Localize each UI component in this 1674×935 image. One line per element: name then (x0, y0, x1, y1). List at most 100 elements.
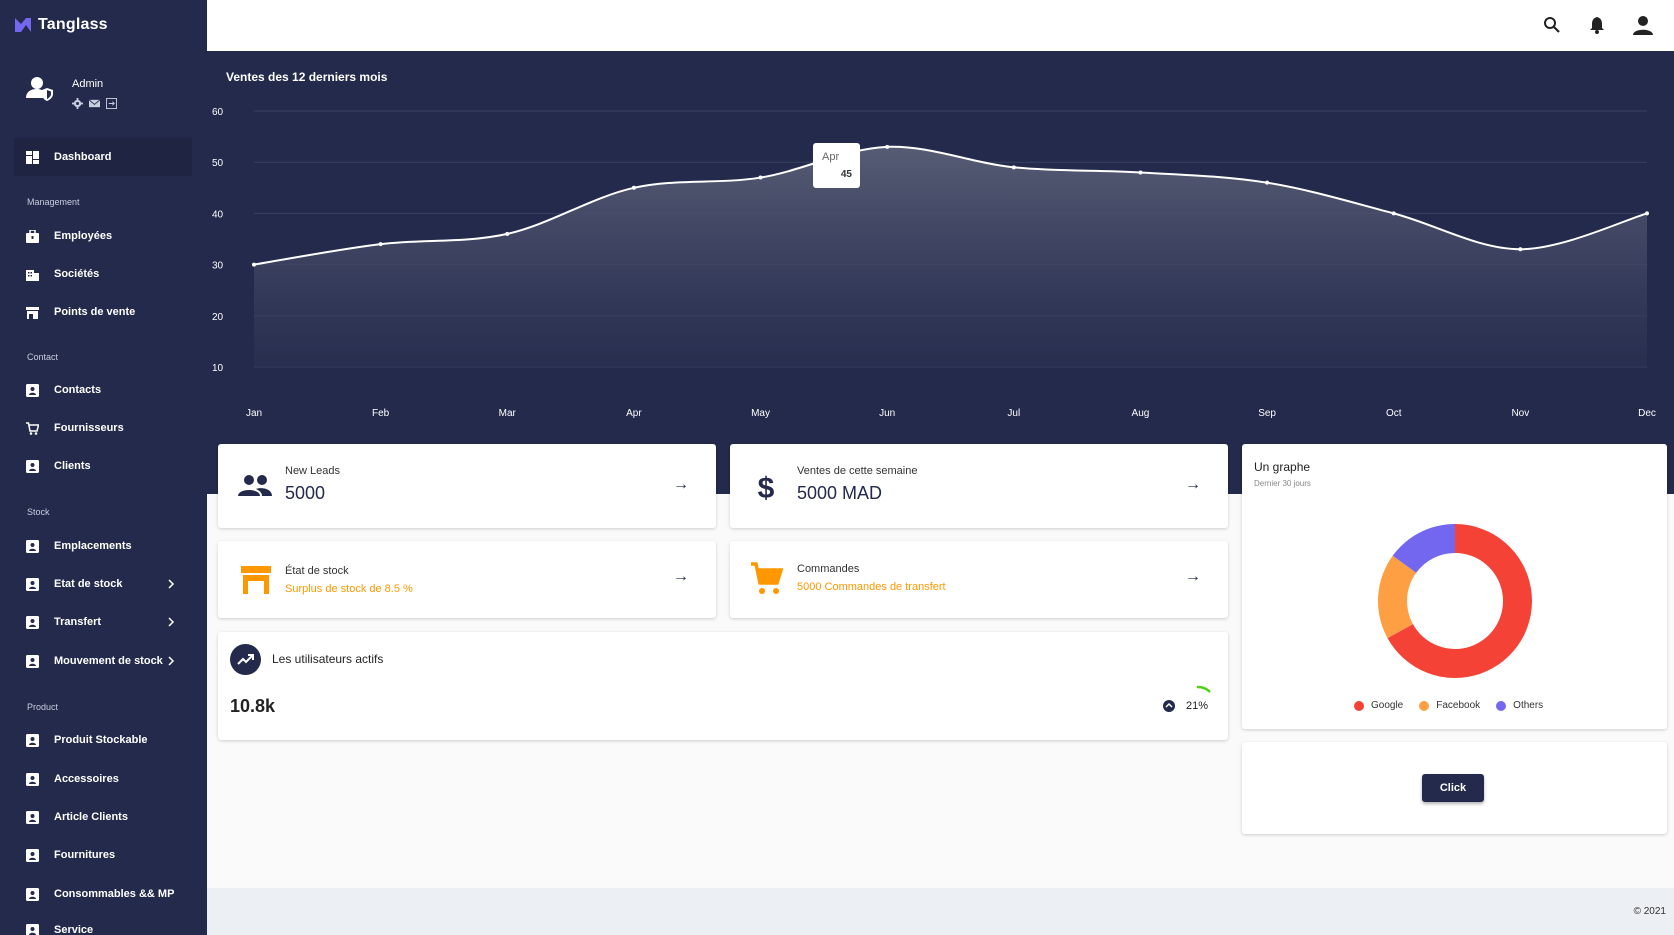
user-block: Admin (26, 76, 117, 109)
kpi-card-orders[interactable]: Commandes 5000 Commandes de transfert → (730, 541, 1228, 618)
sidebar-item-label: Sociétés (54, 268, 100, 280)
contact-icon (26, 459, 39, 473)
data-point[interactable] (885, 144, 890, 149)
sidebar-item-label: Clients (54, 460, 91, 472)
data-point[interactable] (1518, 247, 1523, 252)
data-point[interactable] (1265, 180, 1270, 185)
logout-icon[interactable] (106, 98, 117, 109)
sidebar-item-transfert[interactable]: Transfert (26, 612, 176, 632)
arrow-right-icon[interactable]: → (1185, 476, 1201, 494)
sales-chart-panel: Ventes des 12 derniers mois 10 20 30 40 50 60… (207, 51, 1674, 494)
x-tick-label: Sep (1258, 408, 1276, 419)
legend-item-others[interactable]: Others (1496, 700, 1543, 711)
store-icon (241, 566, 271, 594)
click-button[interactable]: Click (1422, 774, 1484, 802)
sidebar-item-article-clients[interactable]: Article Clients (26, 807, 176, 827)
kpi-label: Ventes de cette semaine (797, 465, 918, 477)
gear-icon[interactable] (72, 98, 83, 109)
sidebar-item-service[interactable]: Service (26, 920, 176, 935)
sidebar-item-fournitures[interactable]: Fournitures (26, 845, 176, 865)
data-point[interactable] (505, 231, 510, 236)
x-tick-label: Feb (372, 408, 390, 419)
data-point[interactable] (1011, 165, 1016, 170)
sidebar-item-societes[interactable]: Sociétés (26, 264, 176, 284)
chart-tooltip: Apr 45 (813, 143, 860, 188)
footer: © 2021 (207, 888, 1674, 935)
sidebar-item-label: Contacts (54, 384, 102, 396)
legend-swatch (1419, 700, 1430, 711)
legend-swatch (1354, 700, 1364, 711)
search-icon[interactable] (1543, 16, 1561, 34)
kpi-card-stock[interactable]: État de stock Surplus de stock de 8.5 % … (218, 541, 716, 618)
kpi-card-leads[interactable]: New Leads 5000 → (218, 444, 716, 528)
sales-area (254, 146, 1647, 367)
data-point[interactable] (252, 262, 256, 267)
sidebar-item-fournisseurs[interactable]: Fournisseurs (26, 418, 176, 438)
x-tick-label: Apr (626, 408, 642, 419)
topbar (207, 0, 1674, 51)
kpi-value: 5000 MAD (797, 483, 883, 503)
arrow-right-icon[interactable]: → (673, 476, 689, 494)
arrow-right-icon[interactable]: → (673, 568, 689, 586)
arrow-right-icon[interactable]: → (1185, 568, 1201, 586)
sales-area-chart: 10 20 30 40 50 60 Jan Feb Mar Apr May Jun Jul Aug Sep O… (212, 107, 1656, 419)
x-tick-label: Jan (246, 408, 262, 419)
legend-item-google[interactable]: Google (1354, 700, 1403, 711)
sidebar-item-accessoires[interactable]: Accessoires (26, 769, 176, 789)
data-point[interactable] (1645, 211, 1649, 216)
x-tick-label: Nov (1511, 408, 1529, 419)
sidebar-item-consommables[interactable]: Consommables && MP (26, 884, 176, 904)
sidebar-item-emplacements[interactable]: Emplacements (26, 536, 176, 556)
legend-label: Google (1371, 700, 1404, 711)
sidebar-item-mouvement-de-stock[interactable]: Mouvement de stock (26, 651, 176, 671)
sidebar-item-etat-de-stock[interactable]: Etat de stock (26, 574, 176, 594)
trending-up-icon (230, 644, 261, 675)
people-icon (238, 475, 272, 496)
sidebar-item-label: Emplacements (54, 540, 132, 552)
account-icon[interactable] (1633, 15, 1653, 35)
x-tick-label: Dec (1638, 408, 1656, 419)
building-icon (26, 269, 39, 281)
logo-icon (15, 18, 31, 32)
svg-text:$: $ (758, 472, 775, 503)
sidebar-item-contacts[interactable]: Contacts (26, 380, 176, 400)
cart-icon (751, 562, 784, 594)
mail-icon[interactable] (89, 98, 100, 109)
data-point[interactable] (1138, 170, 1143, 175)
y-tick-label: 10 (212, 363, 224, 374)
data-point[interactable] (1391, 211, 1396, 216)
data-point[interactable] (378, 242, 383, 247)
active-users-card: Les utilisateurs actifs 10.8k 21% (218, 632, 1228, 740)
sidebar-item-produit-stockable[interactable]: Produit Stockable (26, 730, 176, 750)
kpi-card-weekly-sales[interactable]: $ Ventes de cette semaine 5000 MAD → (730, 444, 1228, 528)
sidebar-item-label: Article Clients (54, 811, 128, 823)
sidebar-item-label: Transfert (54, 616, 102, 628)
sidebar-item-clients[interactable]: Clients (26, 456, 176, 476)
copyright: © 2021 (1633, 906, 1666, 917)
cart-icon (26, 421, 39, 435)
contact-icon (26, 848, 39, 862)
contact-icon (26, 654, 39, 668)
chevron-right-icon (168, 656, 175, 666)
legend-item-facebook[interactable]: Facebook (1419, 700, 1480, 711)
x-tick-label: Aug (1132, 408, 1150, 419)
admin-user-icon[interactable] (26, 76, 54, 102)
section-stock: Stock (27, 507, 50, 517)
active-users-value: 10.8k (230, 696, 276, 716)
x-tick-label: Oct (1386, 408, 1402, 419)
bell-icon[interactable] (1588, 16, 1606, 34)
legend-swatch (1496, 700, 1507, 711)
y-tick-label: 50 (212, 158, 224, 169)
data-point[interactable] (758, 175, 763, 180)
sidebar-item-employees[interactable]: Employées (26, 226, 176, 246)
brand[interactable]: Tanglass (15, 16, 108, 34)
x-tick-label: Mar (499, 408, 517, 419)
sidebar-item-points-de-vente[interactable]: Points de vente (26, 302, 176, 322)
donut-legend: Google Facebook Others (1354, 700, 1543, 711)
kpi-label: État de stock (285, 565, 349, 577)
contact-icon (26, 887, 39, 901)
data-point[interactable] (631, 185, 636, 190)
sidebar-item-dashboard[interactable]: Dashboard (14, 138, 192, 176)
section-product: Product (27, 702, 59, 712)
contact-icon (26, 383, 39, 397)
